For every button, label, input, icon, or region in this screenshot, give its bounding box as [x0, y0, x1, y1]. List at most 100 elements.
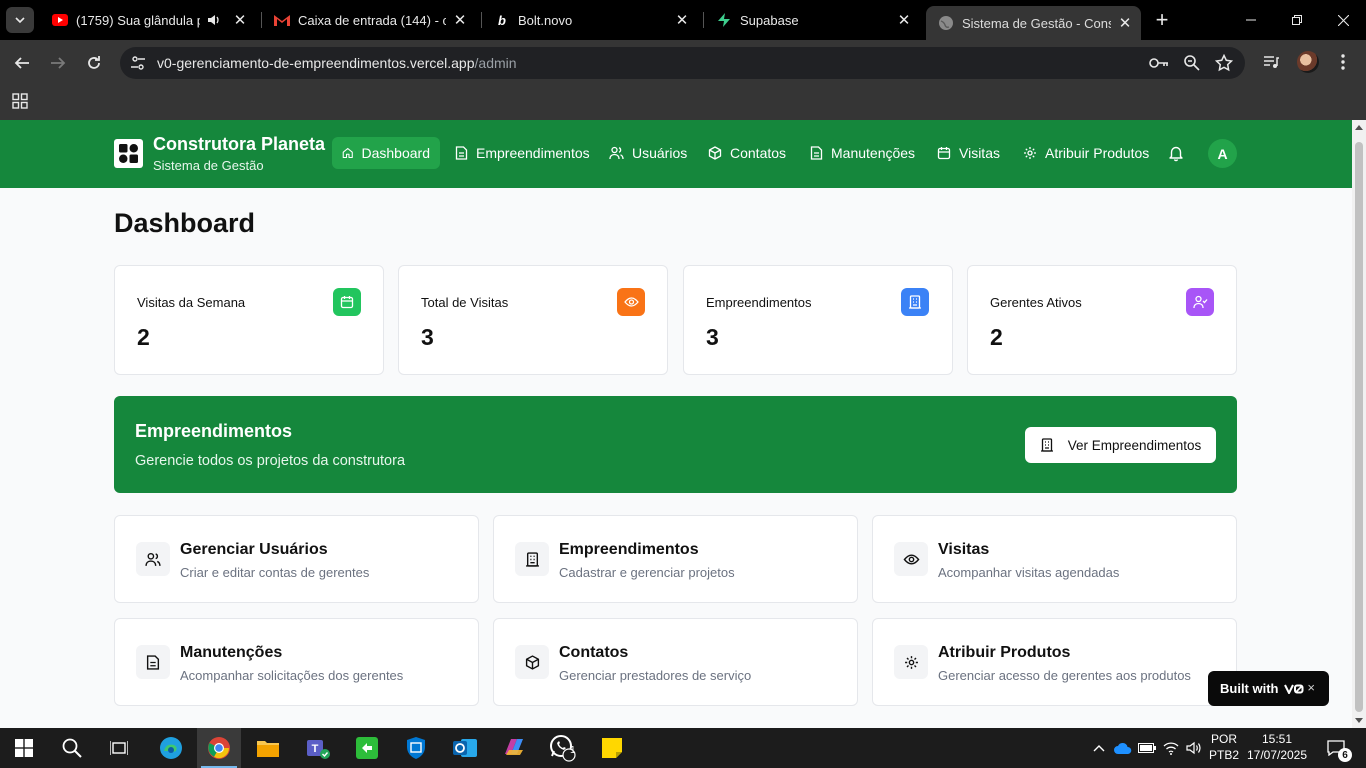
- scroll-thumb[interactable]: [1355, 142, 1363, 712]
- speaker-icon[interactable]: [206, 12, 222, 28]
- user-avatar[interactable]: A: [1208, 139, 1237, 168]
- ver-empreendimentos-button[interactable]: Ver Empreendimentos: [1025, 427, 1216, 463]
- taskbar-sticky-notes[interactable]: [590, 728, 634, 768]
- card-gerenciar-usuarios[interactable]: Gerenciar Usuários Criar e editar contas…: [114, 515, 479, 603]
- users-icon: [609, 146, 624, 160]
- bolt-icon: b: [498, 12, 506, 28]
- card-contatos[interactable]: Contatos Gerenciar prestadores de serviç…: [493, 618, 858, 706]
- taskbar-remote-app[interactable]: [345, 728, 389, 768]
- calendar-icon: [937, 147, 951, 160]
- scroll-up-arrow[interactable]: [1355, 125, 1363, 130]
- close-icon[interactable]: ✕: [1117, 15, 1133, 32]
- nav-dashboard[interactable]: Dashboard: [332, 137, 440, 169]
- forward-button[interactable]: [44, 49, 72, 77]
- taskbar-chrome[interactable]: [197, 728, 241, 768]
- taskbar-defender[interactable]: [394, 728, 438, 768]
- shield-icon: [407, 737, 425, 759]
- card-visitas[interactable]: Visitas Acompanhar visitas agendadas: [872, 515, 1237, 603]
- show-hidden-icons-button[interactable]: [1090, 728, 1108, 768]
- chrome-menu-button[interactable]: [1331, 50, 1355, 74]
- notification-center-button[interactable]: 6: [1320, 728, 1352, 768]
- close-icon[interactable]: ✕: [232, 12, 248, 29]
- nav-contatos[interactable]: Contatos: [698, 137, 796, 169]
- tab-supabase[interactable]: Supabase ✕: [704, 0, 922, 40]
- close-window-button[interactable]: [1320, 0, 1366, 40]
- eye-icon: [617, 288, 645, 316]
- apps-grid-icon[interactable]: [12, 93, 28, 109]
- built-with-v0-badge[interactable]: Built with ×: [1208, 671, 1329, 706]
- bell-icon[interactable]: [1167, 144, 1185, 162]
- back-button[interactable]: [8, 49, 36, 77]
- document-icon: [810, 146, 823, 160]
- minimize-button[interactable]: [1228, 0, 1274, 40]
- close-icon[interactable]: ✕: [452, 12, 468, 29]
- chrome-icon: [208, 737, 230, 759]
- outlook-icon: [453, 739, 477, 757]
- nav-atribuir-produtos[interactable]: Atribuir Produtos: [1013, 137, 1159, 169]
- close-icon[interactable]: ✕: [896, 12, 912, 29]
- stat-card-gerentes-ativos: Gerentes Ativos 2: [967, 265, 1237, 375]
- supabase-icon: [716, 12, 732, 28]
- site-settings-icon[interactable]: [130, 55, 146, 71]
- battery-button[interactable]: [1137, 728, 1157, 768]
- speaker-icon: [1186, 741, 1201, 755]
- clock-time: 15:51: [1261, 732, 1293, 746]
- taskbar-teams[interactable]: T: [296, 728, 340, 768]
- network-button[interactable]: [1161, 728, 1181, 768]
- nav-manutencoes[interactable]: Manutenções: [800, 137, 925, 169]
- document-icon: [136, 645, 170, 679]
- card-atribuir-produtos[interactable]: Atribuir Produtos Gerenciar acesso de ge…: [872, 618, 1237, 706]
- media-control-button[interactable]: [1259, 50, 1283, 74]
- task-view-button[interactable]: [97, 728, 141, 768]
- taskbar-file-explorer[interactable]: [246, 728, 290, 768]
- v0-logo-icon: [1283, 684, 1303, 694]
- brand-name[interactable]: Construtora Planeta: [153, 134, 325, 155]
- start-button[interactable]: [2, 728, 46, 768]
- onedrive-button[interactable]: [1113, 728, 1133, 768]
- tab-gmail[interactable]: Caixa de entrada (144) - com ✕: [262, 0, 478, 40]
- nav-empreendimentos[interactable]: Empreendimentos: [445, 137, 600, 169]
- cloud-icon: [1114, 742, 1132, 754]
- scroll-down-arrow[interactable]: [1355, 718, 1363, 723]
- key-icon[interactable]: [1149, 54, 1169, 72]
- star-icon[interactable]: [1215, 54, 1233, 72]
- close-icon[interactable]: ✕: [674, 12, 690, 29]
- arrow-right-icon: [51, 57, 66, 69]
- input-language[interactable]: POR PTB2: [1206, 731, 1242, 763]
- document-icon: [455, 146, 468, 160]
- taskbar-whatsapp[interactable]: 1: [541, 728, 585, 768]
- reload-button[interactable]: [80, 49, 108, 77]
- more-vert-icon: [1341, 54, 1345, 70]
- tab-bolt[interactable]: b Bolt.novo ✕: [482, 0, 700, 40]
- zoom-icon[interactable]: [1183, 54, 1201, 72]
- taskbar-edge[interactable]: [149, 728, 193, 768]
- brand-logo[interactable]: [114, 139, 143, 168]
- address-bar[interactable]: v0-gerenciamento-de-empreendimentos.verc…: [120, 47, 1245, 79]
- volume-button[interactable]: [1184, 728, 1204, 768]
- new-tab-button[interactable]: +: [1150, 7, 1174, 32]
- whatsapp-badge: 1: [570, 745, 576, 756]
- restore-button[interactable]: [1274, 0, 1320, 40]
- nav-visitas[interactable]: Visitas: [927, 137, 1010, 169]
- card-empreendimentos[interactable]: Empreendimentos Cadastrar e gerenciar pr…: [493, 515, 858, 603]
- tab-sistema-gestao[interactable]: Sistema de Gestão - Constru ✕: [926, 6, 1141, 40]
- profile-avatar[interactable]: [1297, 51, 1319, 73]
- clock-date: 17/07/2025: [1246, 748, 1308, 762]
- close-icon: [1337, 14, 1349, 26]
- browser-tab-strip: (1759) Sua glândula pineal ✕ Caixa de en…: [0, 0, 1366, 40]
- close-badge-button[interactable]: ×: [1307, 680, 1315, 695]
- clock[interactable]: 15:51 17/07/2025: [1244, 731, 1310, 763]
- gear-icon: [894, 645, 928, 679]
- taskbar-m365[interactable]: [492, 728, 536, 768]
- taskbar-outlook[interactable]: [443, 728, 487, 768]
- logo-icon: [119, 144, 138, 163]
- tab-youtube[interactable]: (1759) Sua glândula pineal ✕: [40, 0, 258, 40]
- tab-search-button[interactable]: [6, 7, 34, 33]
- package-icon: [515, 645, 549, 679]
- search-button[interactable]: [50, 728, 94, 768]
- minimize-icon: [1246, 19, 1256, 21]
- nav-usuarios[interactable]: Usuários: [599, 137, 697, 169]
- card-manutencoes[interactable]: Manutenções Acompanhar solicitações dos …: [114, 618, 479, 706]
- home-icon: [342, 147, 353, 159]
- page-scrollbar[interactable]: [1352, 120, 1366, 728]
